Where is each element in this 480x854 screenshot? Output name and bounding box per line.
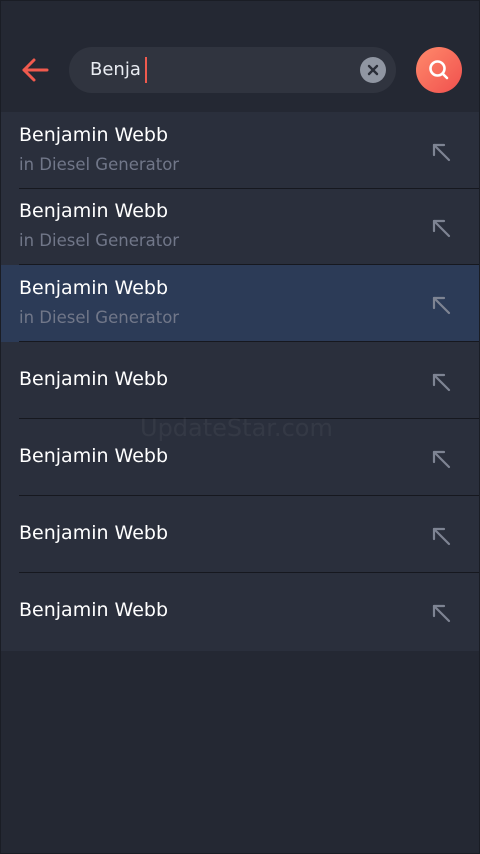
result-item[interactable]: Benjamin Webb in Diesel Generator [0, 112, 480, 189]
results-list: Benjamin Webb in Diesel Generator Benjam… [0, 112, 480, 651]
arrow-up-left-icon [432, 219, 451, 238]
result-subtitle: in Diesel Generator [19, 231, 180, 250]
result-item-selected[interactable]: Benjamin Webb in Diesel Generator [0, 265, 480, 342]
fill-query-button[interactable] [426, 598, 456, 628]
close-icon [367, 64, 379, 76]
fill-query-button[interactable] [426, 213, 456, 243]
search-field[interactable]: Benja [69, 47, 396, 93]
result-item[interactable]: Benjamin Webb [0, 496, 480, 573]
result-item[interactable]: Benjamin Webb [0, 342, 480, 419]
search-button[interactable] [416, 47, 462, 93]
search-input-text: Benja [90, 59, 141, 80]
clear-search-button[interactable] [360, 57, 386, 83]
result-title: Benjamin Webb [19, 522, 169, 544]
result-title: Benjamin Webb [19, 124, 169, 146]
result-subtitle: in Diesel Generator [19, 308, 180, 327]
result-title: Benjamin Webb [19, 368, 169, 390]
search-screen: Benja Benjamin Webb in Diesel Generator [0, 0, 480, 854]
arrow-left-icon [22, 58, 49, 82]
arrow-up-left-icon [432, 450, 451, 469]
result-title: Benjamin Webb [19, 445, 169, 467]
result-title: Benjamin Webb [19, 200, 169, 222]
arrow-up-left-icon [432, 143, 451, 162]
result-item[interactable]: Benjamin Webb [0, 573, 480, 650]
result-item[interactable]: Benjamin Webb [0, 419, 480, 496]
search-header: Benja [0, 0, 480, 118]
fill-query-button[interactable] [426, 521, 456, 551]
arrow-up-left-icon [432, 296, 451, 315]
fill-query-button[interactable] [426, 137, 456, 167]
arrow-up-left-icon [432, 373, 451, 392]
arrow-up-left-icon [432, 527, 451, 546]
fill-query-button[interactable] [426, 367, 456, 397]
result-item[interactable]: Benjamin Webb in Diesel Generator [0, 188, 480, 265]
back-button[interactable] [18, 52, 54, 88]
search-icon [429, 60, 449, 80]
arrow-up-left-icon [432, 604, 451, 623]
fill-query-button[interactable] [426, 290, 456, 320]
fill-query-button[interactable] [426, 444, 456, 474]
result-title: Benjamin Webb [19, 599, 169, 621]
result-subtitle: in Diesel Generator [19, 155, 180, 174]
search-input[interactable]: Benja [90, 57, 147, 83]
text-caret [144, 57, 147, 83]
result-title: Benjamin Webb [19, 277, 169, 299]
